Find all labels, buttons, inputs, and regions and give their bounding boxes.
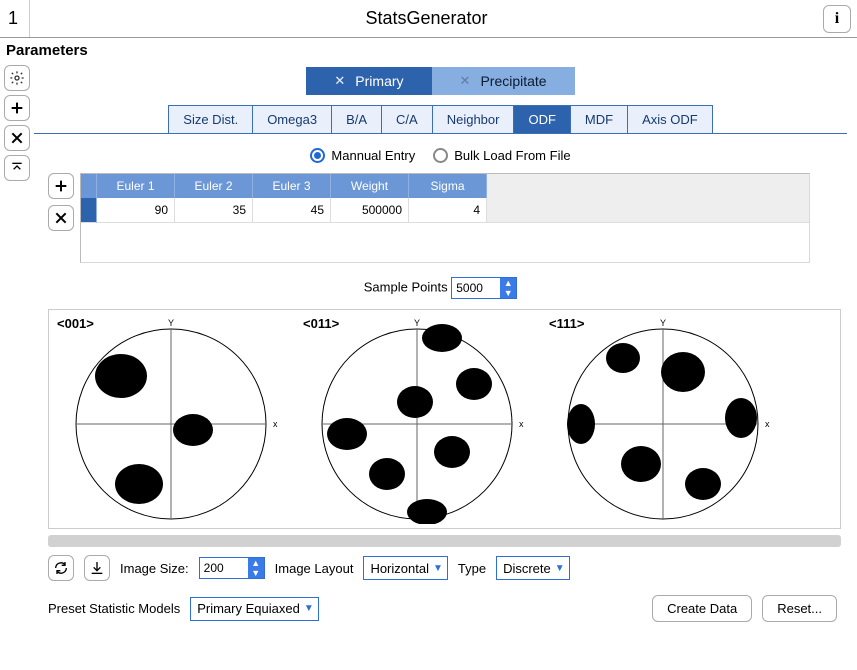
window-index: 1: [0, 0, 30, 37]
svg-text:x: x: [519, 419, 524, 429]
save-image-button[interactable]: [84, 555, 110, 581]
td-extra: [487, 198, 809, 223]
plus-icon: [9, 100, 25, 116]
pole-figure-panel: <001> Y x <011>: [48, 309, 841, 529]
tab-precipitate-label: Precipitate: [480, 73, 546, 89]
td-euler2[interactable]: 35: [175, 198, 253, 223]
plot-scrollbar[interactable]: [48, 535, 841, 547]
plot-001-label: <001>: [57, 316, 94, 331]
close-icon: [9, 130, 25, 146]
tab-mdf[interactable]: MDF: [571, 105, 628, 133]
svg-text:x: x: [765, 419, 770, 429]
tab-axis-odf[interactable]: Axis ODF: [628, 105, 713, 133]
table-row-marker-header: [81, 174, 97, 198]
window-title: StatsGenerator: [30, 8, 823, 29]
pole-figure-111: Y x: [543, 314, 783, 524]
tab-odf[interactable]: ODF: [514, 105, 570, 133]
radio-manual-entry-label: Mannual Entry: [331, 148, 415, 163]
th-euler1: Euler 1: [97, 174, 175, 198]
collapse-up-icon: [9, 160, 25, 176]
info-button[interactable]: i: [823, 5, 851, 33]
sample-points-stepper[interactable]: ▲▼: [451, 277, 517, 299]
chevron-down-icon: ▼: [433, 563, 443, 574]
tab-precipitate[interactable]: ✕ Precipitate: [432, 67, 575, 95]
add-phase-button[interactable]: [4, 95, 30, 121]
preset-models-value: Primary Equiaxed: [197, 601, 300, 616]
spin-down-icon[interactable]: ▼: [248, 568, 264, 578]
td-sigma[interactable]: 4: [409, 198, 487, 223]
refresh-icon: [53, 560, 69, 576]
refresh-button[interactable]: [48, 555, 74, 581]
sample-points-input[interactable]: [452, 278, 500, 298]
image-layout-select[interactable]: Horizontal ▼: [363, 556, 447, 580]
tab-size-dist[interactable]: Size Dist.: [168, 105, 253, 133]
image-size-stepper[interactable]: ▲▼: [199, 557, 265, 579]
plus-icon: [53, 178, 69, 194]
reset-button[interactable]: Reset...: [762, 595, 837, 622]
tab-omega3[interactable]: Omega3: [253, 105, 332, 133]
close-icon: [53, 210, 69, 226]
tab-ba[interactable]: B/A: [332, 105, 382, 133]
th-sigma: Sigma: [409, 174, 487, 198]
spin-up-icon[interactable]: ▲: [248, 558, 264, 568]
tab-primary[interactable]: ✕ Primary: [306, 67, 431, 95]
image-layout-label: Image Layout: [275, 561, 354, 576]
plot-011-label: <011>: [303, 316, 339, 331]
preset-models-label: Preset Statistic Models: [48, 601, 180, 616]
td-euler3[interactable]: 45: [253, 198, 331, 223]
radio-manual-entry[interactable]: [310, 148, 325, 163]
tab-primary-label: Primary: [355, 73, 403, 89]
section-parameters-label: Parameters: [0, 38, 857, 61]
gear-icon: [9, 70, 25, 86]
td-euler1[interactable]: 90: [97, 198, 175, 223]
radio-bulk-load-label: Bulk Load From File: [454, 148, 570, 163]
create-data-button[interactable]: Create Data: [652, 595, 752, 622]
spin-up-icon[interactable]: ▲: [500, 278, 516, 288]
svg-text:x: x: [273, 419, 278, 429]
euler-table[interactable]: Euler 1 Euler 2 Euler 3 Weight Sigma 90 …: [80, 173, 810, 263]
image-size-input[interactable]: [200, 558, 248, 578]
scrollbar-thumb[interactable]: [48, 535, 841, 547]
table-add-row-button[interactable]: [48, 173, 74, 199]
preset-models-select[interactable]: Primary Equiaxed ▼: [190, 597, 319, 621]
download-icon: [89, 560, 105, 576]
sample-points-label: Sample Points: [364, 279, 448, 294]
table-row[interactable]: 90 35 45 500000 4: [81, 198, 809, 223]
close-tab-precipitate-icon[interactable]: ✕: [460, 73, 471, 89]
chevron-down-icon: ▼: [304, 603, 314, 614]
svg-text:Y: Y: [414, 318, 420, 328]
type-select[interactable]: Discrete ▼: [496, 556, 570, 580]
plot-111-label: <111>: [549, 316, 584, 331]
radio-bulk-load[interactable]: [433, 148, 448, 163]
th-euler3: Euler 3: [253, 174, 331, 198]
chevron-down-icon: ▼: [555, 563, 565, 574]
th-euler2: Euler 2: [175, 174, 253, 198]
type-value: Discrete: [503, 561, 551, 576]
image-layout-value: Horizontal: [370, 561, 429, 576]
settings-button[interactable]: [4, 65, 30, 91]
tab-ca[interactable]: C/A: [382, 105, 433, 133]
image-size-label: Image Size:: [120, 561, 189, 576]
svg-text:Y: Y: [168, 318, 174, 328]
close-tab-primary-icon[interactable]: ✕: [334, 73, 345, 89]
table-delete-row-button[interactable]: [48, 205, 74, 231]
pole-figure-001: Y x: [51, 314, 291, 524]
svg-text:Y: Y: [660, 318, 666, 328]
type-label: Type: [458, 561, 486, 576]
th-weight: Weight: [331, 174, 409, 198]
pole-figure-011: Y x: [297, 314, 537, 524]
table-row-marker[interactable]: [81, 198, 97, 223]
delete-phase-button[interactable]: [4, 125, 30, 151]
th-extra: [487, 174, 809, 198]
tab-neighbor[interactable]: Neighbor: [433, 105, 515, 133]
td-weight[interactable]: 500000: [331, 198, 409, 223]
spin-down-icon[interactable]: ▼: [500, 288, 516, 298]
collapse-button[interactable]: [4, 155, 30, 181]
